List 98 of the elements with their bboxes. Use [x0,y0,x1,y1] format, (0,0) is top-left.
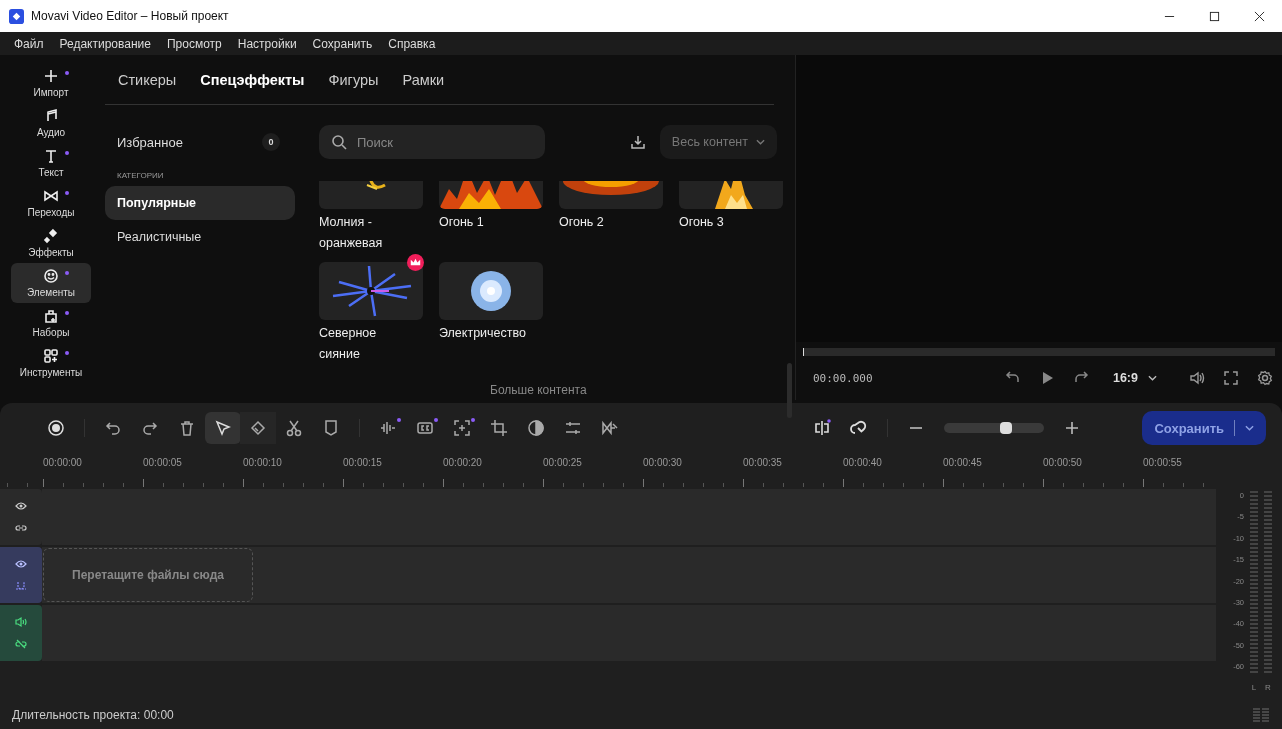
volume-icon[interactable] [15,616,27,628]
tab[interactable]: Фигуры [328,71,379,88]
ruler-label: 00:00:45 [943,457,983,468]
focus-icon [453,419,471,437]
save-button[interactable]: Сохранить [1142,411,1266,445]
content-filter-dropdown[interactable]: Весь контент [659,125,777,159]
redo-icon [141,419,159,437]
app-logo-icon [9,8,24,24]
search-icon [331,134,347,150]
effect-title[interactable]: Северное сияние [319,323,419,365]
chevron-down-icon [1245,425,1254,431]
menu-item[interactable]: Просмотр [158,36,230,51]
menu-item[interactable]: Сохранить [304,36,381,51]
unlink-icon[interactable] [15,638,27,650]
favorites-item[interactable]: Избранное 0 [105,125,295,159]
sidebar-item[interactable]: Текст [11,143,91,183]
ruler-label: 00:00:30 [643,457,683,468]
ruler-label: 00:00:50 [1043,457,1083,468]
sidebar-item[interactable]: Наборы [11,303,91,343]
toolbar-button[interactable] [240,412,276,444]
link-icon[interactable] [15,522,27,534]
text-icon [43,148,59,164]
toolbar-button[interactable] [205,412,241,444]
transitions-icon [43,188,59,204]
ruler-label: 00:00:25 [543,457,583,468]
sidebar-item[interactable]: Аудио [11,103,91,143]
crop-icon [490,419,508,437]
transition-icon [601,419,619,437]
ruler-label: 00:00:20 [443,457,483,468]
elements-icon [43,268,59,284]
menu-item[interactable]: Редактирование [51,36,159,51]
razor-tool-icon [249,419,267,437]
category-item[interactable]: Популярные [105,186,295,220]
import-icon [43,68,59,84]
effect-title[interactable]: Молния - оранжевая [319,212,419,254]
pointer-icon [214,419,232,437]
split-audio-icon[interactable] [813,419,832,437]
favorites-count: 0 [262,133,280,151]
tab[interactable]: Стикеры [118,71,177,88]
download-icon[interactable] [629,134,646,150]
sidebar-item[interactable]: Элементы [11,263,91,303]
volume-icon[interactable] [1189,370,1205,387]
aspect-ratio-dropdown[interactable]: 16:9 [1106,370,1163,387]
zoom-thumb[interactable] [1000,422,1013,434]
color-icon [527,419,545,437]
captions-icon [416,419,434,437]
link-icon[interactable] [850,419,869,437]
ruler-label: 00:00:55 [1143,457,1183,468]
ruler-label: 00:00:15 [343,457,383,468]
sidebar-item[interactable]: Переходы [11,183,91,223]
audio-wave-icon [379,419,397,437]
tools-icon [43,348,59,364]
more-content-link[interactable]: Больше контента [490,383,587,397]
playback-track[interactable] [803,348,1275,357]
favorites-label: Избранное [117,134,183,150]
marker-icon [322,419,340,437]
effect-title[interactable]: Огонь 1 [439,212,539,233]
project-duration: Длительность проекта: 00:00 [12,707,174,722]
delete-icon [178,419,196,437]
adjust-icon [564,419,582,437]
ruler-label: 00:00:05 [143,457,183,468]
effect-title[interactable]: Огонь 2 [559,212,659,233]
category-item[interactable]: Реалистичные [105,220,295,254]
record-icon [47,419,65,437]
sidebar-item[interactable]: Инструменты [11,343,91,383]
settings-icon[interactable] [1257,370,1273,387]
ruler-label: 00:00:00 [43,457,83,468]
sidebar-item[interactable]: Импорт [11,63,91,103]
effect-title[interactable]: Огонь 3 [679,212,779,233]
menu-item[interactable]: Справка [380,36,444,51]
meter-toggle-icon[interactable] [1252,705,1270,724]
ruler-label: 00:00:40 [843,457,883,468]
effects-icon [43,228,59,244]
packs-icon [43,308,59,324]
menu-item[interactable]: Файл [6,36,52,51]
search-field[interactable]: Поиск [319,125,545,159]
ruler-label: 00:00:35 [743,457,783,468]
tab[interactable]: Рамки [402,71,445,88]
zoom-slider[interactable] [944,423,1045,433]
undo-icon [104,419,122,437]
ruler-label: 00:00:10 [243,457,283,468]
eye-icon[interactable] [15,558,27,570]
effect-title[interactable]: Электричество [439,323,539,344]
tab[interactable]: Спецэффекты [200,71,305,88]
fullscreen-icon[interactable] [1223,370,1239,387]
chevron-down-icon [756,139,765,145]
scrollbar[interactable] [787,363,792,418]
sidebar-item[interactable]: Эффекты [11,223,91,263]
cut-icon [285,419,303,437]
chevron-down-icon [1148,375,1157,382]
eye-icon[interactable] [15,500,27,512]
menu-item[interactable]: Настройки [229,36,305,51]
time-display: 00:00.000 [813,371,873,385]
channel-label: R [1265,683,1271,692]
drop-zone[interactable]: Перетащите файлы сюда [43,548,253,602]
categories-heading: КАТЕГОРИИ [116,170,165,182]
channel-label: L [1251,683,1257,692]
window-title: Movavi Video Editor – Новый проект [31,9,229,23]
